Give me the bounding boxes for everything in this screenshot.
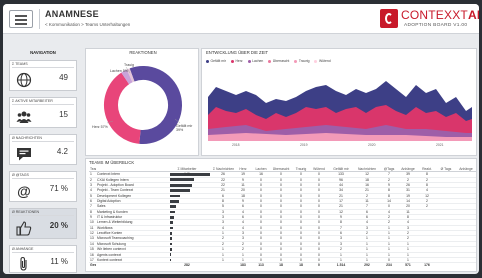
sidebar: NAVIGATION Σ TEAMS 49 Σ AKTIVE MITARBEIT… bbox=[3, 35, 83, 274]
x-axis-label: 2021 bbox=[436, 143, 444, 147]
data-bar bbox=[170, 226, 174, 230]
kpi-label: Σ AKTIVE MITARBEITER bbox=[12, 99, 74, 105]
chat-icon bbox=[16, 146, 32, 162]
kpi-value: 71 % bbox=[49, 184, 68, 193]
kpi-label: Σ TEAMS bbox=[12, 62, 74, 68]
kpi-value: 49 bbox=[59, 73, 68, 82]
time-area-chart[interactable] bbox=[202, 49, 478, 157]
reactions-panel: REAKTIONEN Trauig Lachen 5% Herz 57% Gef… bbox=[85, 48, 199, 156]
contexxt-logo-icon bbox=[380, 9, 398, 28]
globe-icon bbox=[16, 72, 32, 88]
table-total-row: Gesamt282183113181801.514292234571176 bbox=[89, 262, 476, 268]
header-divider bbox=[39, 9, 40, 29]
total-cell: 18 bbox=[270, 262, 292, 268]
total-cell: 18 bbox=[292, 262, 310, 268]
total-cell: 176 bbox=[418, 262, 436, 268]
kpi-tags[interactable]: Ø @TAGS @ 71 % bbox=[9, 171, 77, 202]
column-header[interactable]: Teams bbox=[89, 167, 96, 173]
data-bar bbox=[170, 173, 210, 176]
data-bar bbox=[170, 199, 179, 203]
brand-subtitle: ADOPTION BOARD V1.00 bbox=[404, 23, 468, 28]
x-axis-label: 2018 bbox=[232, 143, 240, 147]
breadcrumb[interactable]: < Kommunikation > Teams Unterhaltungen bbox=[45, 22, 130, 27]
total-cell: 292 bbox=[354, 262, 380, 268]
total-cell bbox=[456, 262, 476, 268]
teams-overview-panel: TEAMS IM ÜBERBLICK TeamsΣ MitarbeiterΣ N… bbox=[85, 158, 477, 272]
data-bar bbox=[170, 253, 172, 257]
teams-overview-title: TEAMS IM ÜBERBLICK bbox=[89, 160, 135, 165]
total-cell: 571 bbox=[398, 262, 418, 268]
data-bar bbox=[170, 258, 172, 262]
data-bar bbox=[170, 242, 172, 246]
kpi-messages[interactable]: Ø NACHRICHTEN 4.2 bbox=[9, 134, 77, 165]
app-frame: ANAMNESE < Kommunikation > Teams Unterha… bbox=[3, 4, 479, 274]
total-cell: 1.514 bbox=[328, 262, 354, 268]
total-cell: 0 bbox=[310, 262, 328, 268]
kpi-value: 15 bbox=[59, 110, 68, 119]
brand-name: CONTEXXTAI bbox=[401, 8, 479, 22]
donut-label-gefaellt: Gefällt mir 39% bbox=[176, 124, 193, 133]
data-bar bbox=[170, 231, 173, 235]
reactions-donut-chart[interactable] bbox=[86, 49, 200, 157]
kpi-attachments[interactable]: Ø ANHÄNGE 11 % bbox=[9, 245, 77, 273]
time-development-panel: ENTWICKLUNG ÜBER DIE ZEIT Gefällt mir He… bbox=[201, 48, 477, 156]
data-bar bbox=[170, 189, 190, 192]
donut-label-trauig: Trauig bbox=[124, 63, 135, 67]
paperclip-icon bbox=[16, 256, 32, 272]
kpi-reactions[interactable]: Ø REAKTIONEN 20 % bbox=[9, 208, 77, 239]
kpi-teams[interactable]: Σ TEAMS 49 bbox=[9, 60, 77, 91]
total-cell bbox=[436, 262, 456, 268]
table-cell bbox=[162, 257, 212, 264]
kpi-label: Ø @TAGS bbox=[12, 173, 74, 179]
navigation-heading: NAVIGATION bbox=[30, 50, 56, 55]
x-axis-label: 2020 bbox=[368, 143, 376, 147]
data-bar bbox=[170, 210, 175, 214]
header: ANAMNESE < Kommunikation > Teams Unterha… bbox=[3, 4, 479, 34]
column-header[interactable]: Überrascht bbox=[270, 167, 292, 173]
data-bar bbox=[170, 247, 172, 251]
kpi-value: 4.2 bbox=[56, 147, 68, 156]
data-bar bbox=[170, 183, 192, 187]
data-bar bbox=[170, 215, 174, 219]
table-body: 1 Contexxt Intern 148 26 19 16 0 0 0 133 12 7 39 8 2 CX… bbox=[89, 171, 476, 268]
total-cell bbox=[212, 262, 234, 268]
kpi-value: 11 % bbox=[50, 257, 68, 266]
page-title: ANAMNESE bbox=[45, 9, 99, 19]
total-cell bbox=[96, 262, 162, 268]
teams-table: TeamsΣ MitarbeiterΣ NachrichtenHerzLache… bbox=[89, 167, 476, 268]
data-bar bbox=[170, 194, 180, 198]
at-icon: @ bbox=[17, 183, 31, 199]
hamburger-menu-button[interactable] bbox=[9, 10, 33, 28]
kpi-active-employees[interactable]: Σ AKTIVE MITARBEITER 15 bbox=[9, 97, 77, 128]
donut-label-lachen: Lachen 5% bbox=[110, 69, 128, 73]
people-icon bbox=[16, 109, 32, 125]
data-bar bbox=[170, 205, 176, 208]
x-axis-label: 2019 bbox=[300, 143, 308, 147]
kpi-label: Ø NACHRICHTEN bbox=[12, 136, 74, 142]
thumbs-up-icon bbox=[16, 220, 32, 236]
total-cell: 282 bbox=[162, 262, 212, 268]
column-header[interactable]: Σ Nachrichten bbox=[212, 167, 234, 173]
kpi-label: Ø REAKTIONEN bbox=[12, 210, 74, 216]
total-cell: 113 bbox=[252, 262, 270, 268]
total-cell: Gesamt bbox=[89, 262, 96, 268]
data-bar bbox=[170, 221, 174, 225]
total-cell: 183 bbox=[234, 262, 252, 268]
donut-label-herz: Herz 57% bbox=[92, 125, 108, 129]
data-bar bbox=[170, 178, 194, 182]
data-bar bbox=[170, 237, 172, 241]
kpi-value: 20 % bbox=[49, 221, 68, 230]
kpi-label: Ø ANHÄNGE bbox=[12, 247, 74, 253]
total-cell: 234 bbox=[380, 262, 398, 268]
